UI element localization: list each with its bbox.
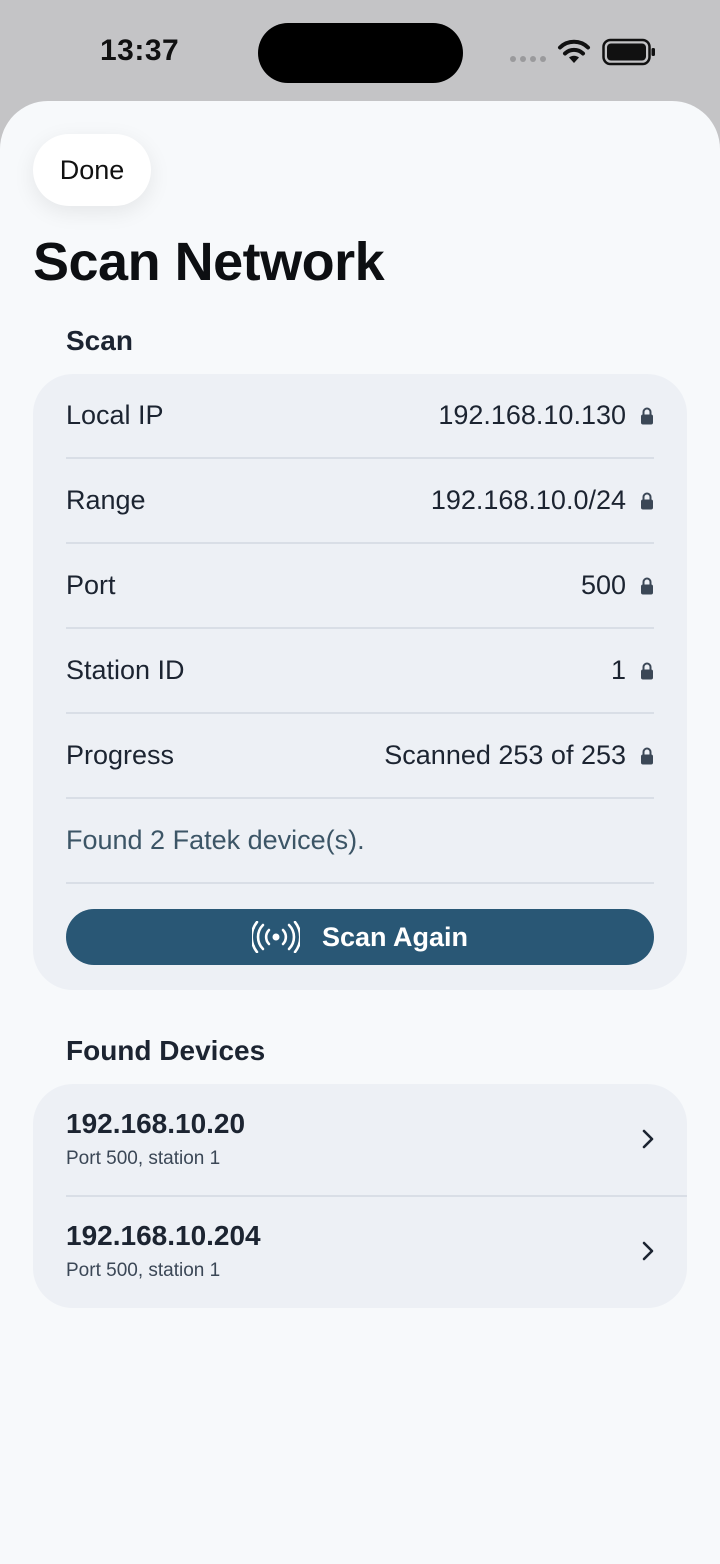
row-value: 500: [580, 570, 626, 600]
lock-icon: [641, 747, 653, 764]
port-row: Port 500: [66, 544, 654, 629]
row-value: 192.168.10.130: [438, 400, 626, 430]
page-title: Scan Network: [33, 232, 385, 292]
lock-icon: [641, 407, 653, 424]
wifi-icon: [558, 39, 590, 63]
progress-row: Progress Scanned 253 of 253: [66, 714, 654, 799]
lock-icon: [641, 577, 653, 594]
device-row[interactable]: 192.168.10.20 Port 500, station 1: [33, 1084, 687, 1196]
dynamic-island: [258, 23, 463, 83]
found-message-row: Found 2 Fatek device(s).: [66, 799, 654, 884]
row-label: Range: [66, 485, 146, 515]
found-devices-card: 192.168.10.20 Port 500, station 1 192.16…: [33, 1084, 687, 1308]
scan-again-label: Scan Again: [321, 921, 469, 952]
antenna-radiowaves-icon: [251, 921, 300, 953]
row-value: Scanned 253 of 253: [384, 740, 626, 770]
status-bar: 13:37: [0, 0, 720, 102]
device-detail: Port 500, station 1: [66, 1148, 221, 1169]
scan-card: Local IP 192.168.10.130 Range 192.168.10…: [33, 374, 687, 990]
scan-again-button[interactable]: Scan Again: [66, 909, 654, 965]
row-value: 192.168.10.0/24: [430, 485, 626, 515]
row-value: 1: [610, 655, 626, 685]
battery-icon: [602, 38, 655, 66]
status-time: 13:37: [100, 34, 180, 67]
row-label: Station ID: [66, 655, 185, 685]
cellular-signal-icon: [510, 56, 546, 62]
found-devices-message: Found 2 Fatek device(s).: [66, 825, 365, 855]
chevron-right-icon: [642, 1129, 654, 1149]
device-detail: Port 500, station 1: [66, 1260, 221, 1281]
range-row: Range 192.168.10.0/24: [66, 459, 654, 544]
device-row[interactable]: 192.168.10.204 Port 500, station 1: [33, 1196, 687, 1308]
device-ip: 192.168.10.20: [66, 1108, 246, 1139]
row-label: Local IP: [66, 400, 164, 430]
local-ip-row: Local IP 192.168.10.130: [66, 374, 654, 459]
done-button[interactable]: Done: [33, 134, 151, 206]
row-label: Port: [66, 570, 116, 600]
device-ip: 192.168.10.204: [66, 1220, 261, 1251]
station-id-row: Station ID 1: [66, 629, 654, 714]
lock-icon: [641, 492, 653, 509]
chevron-right-icon: [642, 1241, 654, 1261]
lock-icon: [641, 662, 653, 679]
scan-section-header: Scan: [66, 325, 133, 356]
scan-network-sheet: Done Scan Network Scan Local IP 192.168.…: [0, 101, 720, 1564]
row-label: Progress: [66, 740, 175, 770]
found-devices-header: Found Devices: [66, 1035, 266, 1066]
